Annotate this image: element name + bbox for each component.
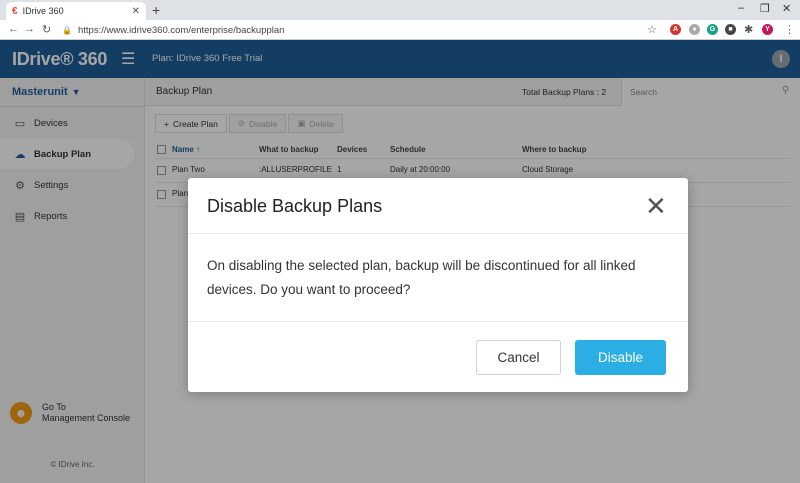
bookmark-star-icon[interactable]: ☆ [647,23,657,36]
dialog-title: Disable Backup Plans [207,196,383,216]
restore-window-icon[interactable]: ❐ [760,2,770,15]
forward-icon[interactable]: → [24,23,35,35]
lock-icon: 🔒 [62,25,72,35]
new-tab-icon[interactable]: + [152,2,160,18]
extensions-puzzle-icon[interactable]: ✱ [744,23,753,36]
close-window-icon[interactable]: ✕ [782,2,791,15]
browser-tab-bar: € IDrive 360 ✕ + – ❐ ✕ [0,0,800,20]
browser-menu-icon[interactable]: ⋮ [784,23,795,36]
cancel-button[interactable]: Cancel [476,340,561,375]
idrive-favicon-icon: € [12,5,18,17]
extension-gray-icon[interactable]: ● [689,24,700,35]
browser-address-bar: ← → ↻ 🔒 https://www.idrive360.com/enterp… [0,20,800,40]
confirm-disable-button[interactable]: Disable [575,340,666,375]
extension-green-icon[interactable]: G [707,24,718,35]
profile-avatar[interactable]: Y [762,24,773,35]
divider [188,233,688,234]
url-field[interactable]: 🔒 https://www.idrive360.com/enterprise/b… [62,23,662,37]
disable-plans-dialog: Disable Backup Plans ✕ On disabling the … [188,178,688,392]
extension-adblock-icon[interactable]: A [670,24,681,35]
minimize-window-icon[interactable]: – [738,2,744,14]
back-icon[interactable]: ← [8,23,19,35]
dialog-message: On disabling the selected plan, backup w… [207,258,636,297]
browser-tab-title: IDrive 360 [22,6,64,16]
reload-icon[interactable]: ↻ [42,23,51,36]
divider [188,321,688,322]
close-icon[interactable]: ✕ [645,191,667,221]
close-tab-icon[interactable]: ✕ [132,6,140,17]
extension-dark-icon[interactable]: ■ [725,24,736,35]
browser-tab[interactable]: € IDrive 360 ✕ [6,2,146,20]
url-text: https://www.idrive360.com/enterprise/bac… [77,24,285,36]
